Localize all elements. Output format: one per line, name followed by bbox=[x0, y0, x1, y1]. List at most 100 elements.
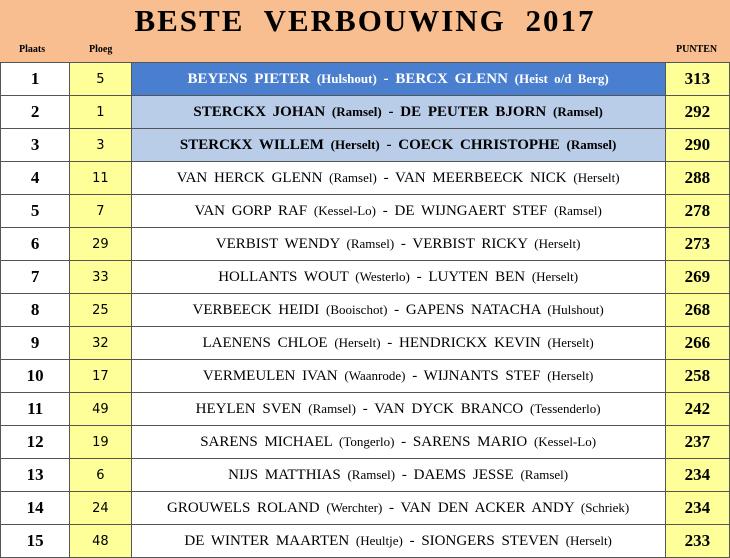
ploeg-cell: 29 bbox=[69, 227, 132, 261]
player1-location: (Ramsel) bbox=[346, 235, 395, 251]
player1-name: VERMEULEN IVAN bbox=[202, 367, 338, 384]
punten-cell: 273 bbox=[664, 227, 730, 261]
ploeg-cell: 3 bbox=[69, 128, 132, 162]
plaats-cell: 10 bbox=[0, 359, 71, 393]
player1-name: LAENENS CHLOE bbox=[202, 334, 328, 351]
player2-location: (Hulshout) bbox=[547, 301, 604, 317]
table-row: 5 7 VAN GORP RAF (Kessel-Lo) - DE WIJNGAER… bbox=[0, 194, 730, 228]
player1-location: (Booischot) bbox=[326, 301, 388, 317]
player1-location: (Ramsel) bbox=[308, 400, 356, 416]
team-names-cell: STERCKX WILLEM (Herselt) - COECK CHRISTO… bbox=[130, 128, 666, 162]
player2-name: VAN MEERBEECK NICK bbox=[395, 169, 567, 186]
plaats-cell: 7 bbox=[0, 260, 71, 294]
player2-name: DE PEUTER BJORN bbox=[400, 103, 547, 120]
punten-cell: 234 bbox=[664, 491, 730, 525]
table-row: 2 1 STERCKX JOHAN (Ramsel) - DE PEUTER BJO… bbox=[0, 95, 730, 129]
punten-cell: 234 bbox=[664, 458, 730, 492]
team-names-cell: VERMEULEN IVAN (Waanrode) - WIJNANTS STE… bbox=[130, 359, 666, 393]
ploeg-cell: 48 bbox=[69, 524, 132, 558]
player2-name: HENDRICKX KEVIN bbox=[399, 334, 541, 351]
ploeg-cell: 19 bbox=[69, 425, 132, 459]
ploeg-cell: 1 bbox=[69, 95, 132, 129]
player1-name: HOLLANTS WOUT bbox=[218, 268, 349, 285]
table-row: 13 6 NIJS MATTHIAS (Ramsel) - DAEMS JESSE … bbox=[0, 458, 730, 492]
column-header-row: Plaats Ploeg PUNTEN bbox=[0, 41, 730, 62]
player2-location: (Herselt) bbox=[547, 334, 594, 350]
player2-location: (Herselt) bbox=[573, 169, 620, 185]
table-row: 11 49 HEYLEN SVEN (Ramsel) - VAN DYCK BRAN… bbox=[0, 392, 730, 426]
team-names-cell: BEYENS PIETER (Hulshout) - BERCX GLENN (… bbox=[130, 62, 666, 96]
team-names-cell: SARENS MICHAEL (Tongerlo) - SARENS MARIO… bbox=[130, 425, 666, 459]
player1-name: NIJS MATTHIAS bbox=[228, 466, 341, 483]
player2-name: DE WIJNGAERT STEF bbox=[394, 202, 548, 219]
table-row: 15 48 DE WINTER MAARTEN (Heultje) - SIONGE… bbox=[0, 524, 730, 558]
player2-location: (Heist o/d Berg) bbox=[514, 70, 609, 86]
player1-name: SARENS MICHAEL bbox=[200, 433, 333, 450]
ploeg-cell: 11 bbox=[69, 161, 132, 195]
player1-name: VAN GORP RAF bbox=[194, 202, 308, 219]
team-names-cell: VAN HERCK GLENN (Ramsel) - VAN MEERBEECK… bbox=[130, 161, 666, 195]
player1-location: (Herselt) bbox=[330, 136, 380, 152]
team-names-cell: VAN GORP RAF (Kessel-Lo) - DE WIJNGAERT … bbox=[130, 194, 666, 228]
plaats-cell: 11 bbox=[0, 392, 71, 426]
team-names-cell: HEYLEN SVEN (Ramsel) - VAN DYCK BRANCO (… bbox=[130, 392, 666, 426]
ranking-table: 1 5 BEYENS PIETER (Hulshout) - BERCX GLENN… bbox=[0, 62, 730, 558]
plaats-cell: 9 bbox=[0, 326, 71, 360]
player1-location: (Ramsel) bbox=[331, 103, 382, 119]
plaats-cell: 12 bbox=[0, 425, 71, 459]
player2-location: (Herselt) bbox=[565, 532, 612, 548]
team-names-cell: GROUWELS ROLAND (Werchter) - VAN DEN ACK… bbox=[130, 491, 666, 525]
ploeg-cell: 6 bbox=[69, 458, 132, 492]
player2-location: (Ramsel) bbox=[553, 103, 603, 119]
player2-location: (Herselt) bbox=[534, 235, 581, 251]
player1-location: (Herselt) bbox=[334, 334, 381, 350]
player1-location: (Kessel-Lo) bbox=[313, 202, 376, 218]
player2-name: VERBIST RICKY bbox=[412, 235, 528, 252]
player1-name: STERCKX JOHAN bbox=[193, 103, 326, 120]
table-row: 14 24 GROUWELS ROLAND (Werchter) - VAN DEN… bbox=[0, 491, 730, 525]
player2-location: (Herselt) bbox=[547, 367, 594, 383]
team-names-cell: VERBEECK HEIDI (Booischot) - GAPENS NATA… bbox=[130, 293, 666, 327]
player2-location: (Ramsel) bbox=[520, 466, 569, 482]
player1-name: DE WINTER MAARTEN bbox=[184, 532, 350, 549]
player2-name: VAN DYCK BRANCO bbox=[374, 400, 524, 417]
table-row: 12 19 SARENS MICHAEL (Tongerlo) - SARENS M… bbox=[0, 425, 730, 459]
player2-name: WIJNANTS STEF bbox=[423, 367, 541, 384]
ploeg-cell: 7 bbox=[69, 194, 132, 228]
player1-location: (Werchter) bbox=[326, 499, 383, 515]
plaats-cell: 1 bbox=[0, 62, 71, 96]
team-names-cell: DE WINTER MAARTEN (Heultje) - SIONGERS S… bbox=[130, 524, 666, 558]
ploeg-cell: 17 bbox=[69, 359, 132, 393]
player2-name: GAPENS NATACHA bbox=[405, 301, 541, 318]
punten-cell: 292 bbox=[664, 95, 730, 129]
ploeg-cell: 24 bbox=[69, 491, 132, 525]
player1-location: (Waanrode) bbox=[344, 367, 406, 383]
plaats-cell: 2 bbox=[0, 95, 71, 129]
punten-cell: 313 bbox=[664, 62, 730, 96]
page-title: BESTE VERBOUWING 2017 bbox=[0, 0, 730, 42]
player2-location: (Tessenderlo) bbox=[530, 400, 601, 416]
player1-location: (Ramsel) bbox=[347, 466, 396, 482]
plaats-cell: 3 bbox=[0, 128, 71, 162]
player2-location: (Ramsel) bbox=[566, 136, 617, 152]
punten-cell: 268 bbox=[664, 293, 730, 327]
plaats-cell: 8 bbox=[0, 293, 71, 327]
player1-name: VERBEECK HEIDI bbox=[192, 301, 320, 318]
punten-cell: 237 bbox=[664, 425, 730, 459]
punten-cell: 278 bbox=[664, 194, 730, 228]
player1-location: (Westerlo) bbox=[355, 268, 410, 284]
player2-name: COECK CHRISTOPHE bbox=[398, 136, 560, 153]
column-header-plaats: Plaats bbox=[19, 44, 46, 55]
punten-cell: 290 bbox=[664, 128, 730, 162]
player1-name: VAN HERCK GLENN bbox=[176, 169, 323, 186]
plaats-cell: 13 bbox=[0, 458, 71, 492]
table-row: 10 17 VERMEULEN IVAN (Waanrode) - WIJNANTS… bbox=[0, 359, 730, 393]
player1-name: VERBIST WENDY bbox=[215, 235, 340, 252]
player1-name: STERCKX WILLEM bbox=[179, 136, 324, 153]
team-names-cell: LAENENS CHLOE (Herselt) - HENDRICKX KEVI… bbox=[130, 326, 666, 360]
player1-name: HEYLEN SVEN bbox=[195, 400, 302, 417]
ploeg-cell: 25 bbox=[69, 293, 132, 327]
player2-location: (Kessel-Lo) bbox=[533, 433, 597, 449]
player2-location: (Ramsel) bbox=[554, 202, 602, 218]
team-names-cell: STERCKX JOHAN (Ramsel) - DE PEUTER BJORN… bbox=[130, 95, 666, 129]
